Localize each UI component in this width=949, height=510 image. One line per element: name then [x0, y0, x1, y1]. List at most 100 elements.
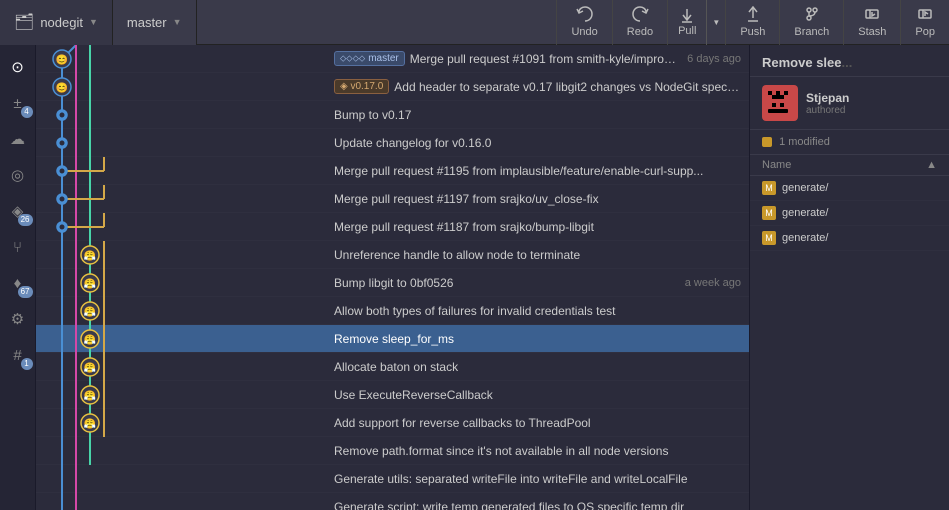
table-row[interactable]: Generate script: write temp generated fi… [36, 493, 749, 510]
graph-svg: 😤 [36, 241, 326, 269]
repo-label: nodegit [40, 15, 83, 30]
table-row[interactable]: 😤Bump libgit to 0bf0526a week ago [36, 269, 749, 297]
repo-button[interactable]: 🗂 nodegit ▼ [0, 0, 113, 45]
table-row[interactable]: 😤Add support for reverse callbacks to Th… [36, 409, 749, 437]
commit-message: Generate script: write temp generated fi… [334, 500, 741, 510]
commit-info: ◈ v0.17.0Add header to separate v0.17 li… [326, 79, 749, 94]
sidebar-item-num[interactable]: # 1 [0, 337, 36, 373]
graph-canvas: 😤 [36, 269, 326, 297]
table-row[interactable]: Generate utils: separated writeFile into… [36, 465, 749, 493]
commit-message: Merge pull request #1197 from srajko/uv_… [334, 192, 741, 206]
graph-canvas [36, 101, 326, 129]
table-row[interactable]: 😤Use ExecuteReverseCallback [36, 381, 749, 409]
commit-message: Remove path.format since it's not availa… [334, 444, 741, 458]
graph-svg [36, 157, 326, 185]
redo-button[interactable]: Redo [612, 0, 667, 45]
undo-icon [576, 6, 594, 22]
graph-canvas [36, 129, 326, 157]
files-header: Name ▲ [750, 155, 949, 176]
commit-info: Merge pull request #1195 from implausibl… [326, 164, 749, 178]
list-item[interactable]: Mgenerate/ [750, 201, 949, 226]
changes-badge: 4 [21, 106, 33, 118]
modified-info: 1 modified [750, 130, 949, 155]
sidebar-item-history[interactable]: ⊙ [0, 49, 36, 85]
files-list: Mgenerate/Mgenerate/Mgenerate/ [750, 176, 949, 510]
table-row[interactable]: Bump to v0.17 [36, 101, 749, 129]
toolbar-left: 🗂 nodegit ▼ master ▼ [0, 0, 197, 45]
commit-info: Add support for reverse callbacks to Thr… [326, 416, 749, 430]
table-row[interactable]: Merge pull request #1195 from implausibl… [36, 157, 749, 185]
stash-button[interactable]: Stash [843, 0, 900, 45]
author-name: Stjepan [806, 91, 849, 105]
sidebar-item-changes[interactable]: ± 4 [0, 85, 36, 121]
graph-svg: 😤 [36, 353, 326, 381]
sidebar-item-cloud[interactable]: ☁ [0, 121, 36, 157]
branch-label: Branch [794, 26, 829, 38]
graph-svg [36, 129, 326, 157]
commit-message: Bump to v0.17 [334, 108, 741, 122]
commit-message: Merge pull request #1195 from implausibl… [334, 164, 741, 178]
pop-button[interactable]: Pop [900, 0, 949, 45]
tag-label: ◈ v0.17.0 [334, 79, 389, 94]
toolbar-actions: Undo Redo Pull ▼ [556, 0, 949, 45]
graph-canvas: 😊 [36, 45, 326, 73]
sidebar-item-tags[interactable]: ◈ 26 [0, 193, 36, 229]
graph-svg [36, 185, 326, 213]
bookmarks-badge: 67 [18, 286, 33, 298]
sidebar-item-branch[interactable]: ⑂ [0, 229, 36, 265]
graph-svg [36, 465, 326, 493]
redo-icon [631, 6, 649, 22]
table-row[interactable]: Merge pull request #1197 from srajko/uv_… [36, 185, 749, 213]
avatar [762, 85, 798, 121]
commit-time: 6 days ago [687, 53, 741, 65]
table-row[interactable]: 😊◈ v0.17.0Add header to separate v0.17 l… [36, 73, 749, 101]
sidebar-item-bookmarks[interactable]: ♦ 67 [0, 265, 36, 301]
graph-canvas: 😤 [36, 297, 326, 325]
chevron-down-icon: ▼ [89, 17, 98, 27]
table-row[interactable]: 😤Unreference handle to allow node to ter… [36, 241, 749, 269]
table-row[interactable]: Remove path.format since it's not availa… [36, 437, 749, 465]
commit-info: ⬦⬦⬦⬦ masterMerge pull request #1091 from… [326, 51, 749, 66]
table-row[interactable]: 😤Remove sleep_for_ms [36, 325, 749, 353]
list-item[interactable]: Mgenerate/ [750, 226, 949, 251]
graph-svg: 😊 [36, 45, 326, 73]
commit-message: Bump libgit to 0bf0526 [334, 276, 677, 290]
chevron-down-icon: ▼ [173, 17, 182, 27]
pull-button[interactable]: Pull [668, 0, 706, 45]
commit-message: Allow both types of failures for invalid… [334, 304, 741, 318]
commit-author-section: Stjepan authored [750, 77, 949, 130]
commit-info: Remove sleep_for_ms [326, 332, 749, 346]
file-modified-icon: M [762, 181, 776, 195]
file-name: generate/ [782, 207, 828, 219]
pull-dropdown-button[interactable]: ▼ [706, 0, 725, 45]
undo-button[interactable]: Undo [556, 0, 611, 45]
commit-detail-title: Remove slee... [750, 45, 949, 77]
branch-label: ⬦⬦⬦⬦ master [334, 51, 405, 66]
undo-label: Undo [571, 26, 597, 38]
table-row[interactable]: Merge pull request #1187 from srajko/bum… [36, 213, 749, 241]
author-sub: authored [806, 105, 849, 116]
pull-label: Pull [678, 25, 696, 37]
graph-canvas [36, 465, 326, 493]
folder-icon: 🗂 [14, 12, 34, 32]
table-row[interactable]: 😊⬦⬦⬦⬦ masterMerge pull request #1091 fro… [36, 45, 749, 73]
commit-list: 😊⬦⬦⬦⬦ masterMerge pull request #1091 fro… [36, 45, 749, 510]
graph-svg: 😤 [36, 325, 326, 353]
list-item[interactable]: Mgenerate/ [750, 176, 949, 201]
commit-info: Generate script: write temp generated fi… [326, 500, 749, 510]
push-button[interactable]: Push [725, 0, 779, 45]
svg-text:😤: 😤 [84, 250, 97, 262]
table-row[interactable]: Update changelog for v0.16.0 [36, 129, 749, 157]
table-row[interactable]: 😤 Allow both types of failures for invali… [36, 297, 749, 325]
branch-selector-button[interactable]: master ▼ [113, 0, 197, 45]
sidebar-item-settings[interactable]: ⚙ [0, 301, 36, 337]
right-panel: Remove slee... [749, 45, 949, 510]
commit-message: Update changelog for v0.16.0 [334, 136, 741, 150]
table-row[interactable]: 😤Allocate baton on stack [36, 353, 749, 381]
graph-svg [36, 101, 326, 129]
branch-button[interactable]: Branch [779, 0, 843, 45]
graph-svg [36, 437, 326, 465]
graph-canvas: 😊 [36, 73, 326, 101]
sidebar-item-issues[interactable]: ◎ [0, 157, 36, 193]
avatar-image [764, 87, 796, 119]
